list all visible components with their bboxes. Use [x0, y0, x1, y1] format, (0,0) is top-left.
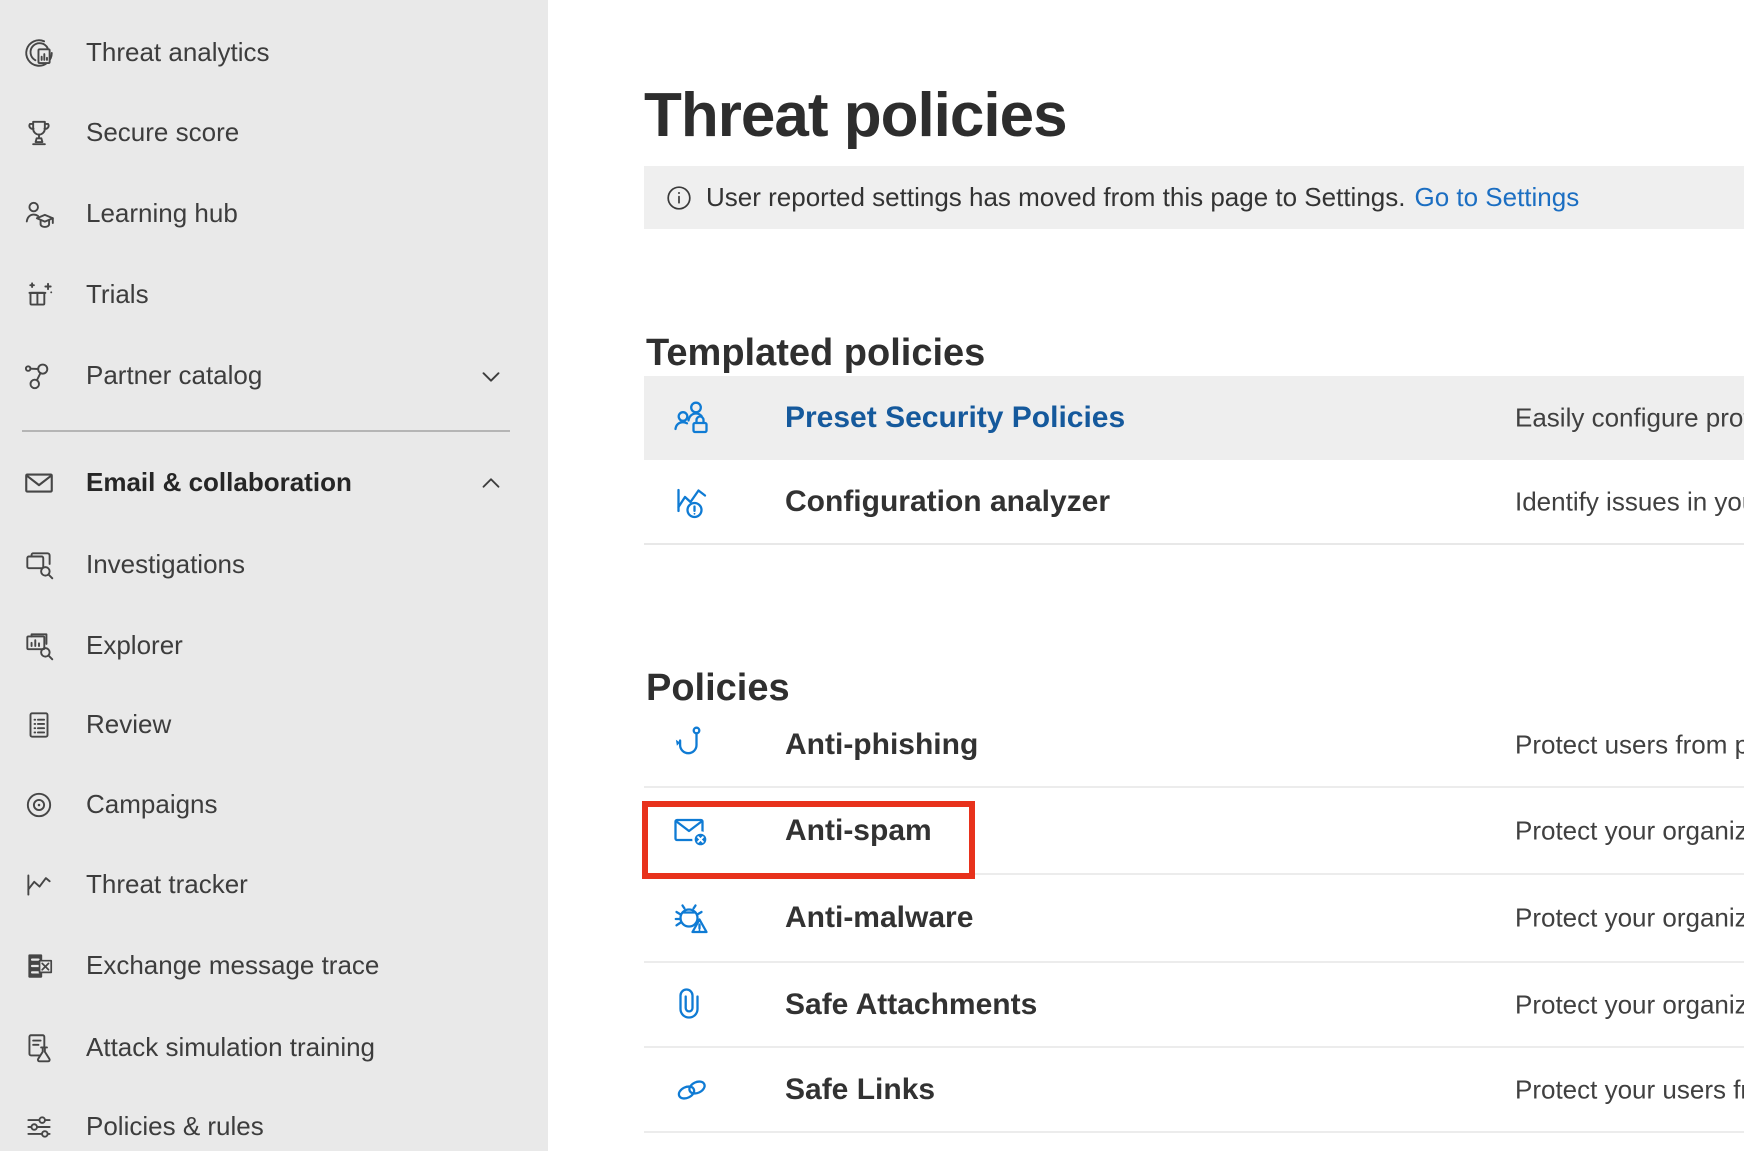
row-configuration-analyzer[interactable]: Configuration analyzer Identify issues i…	[644, 460, 1744, 545]
sidebar-item-label: Secure score	[86, 117, 239, 148]
anti-phishing-icon	[670, 723, 714, 767]
threat-policies-page: Threat analytics Secure score Learning h…	[0, 0, 1744, 1151]
review-icon	[22, 708, 56, 742]
sidebar-item-label: Exchange message trace	[86, 950, 379, 981]
row-description: Identify issues in you	[1515, 486, 1744, 517]
sidebar-item-label: Campaigns	[86, 789, 218, 820]
sidebar-item-label: Explorer	[86, 630, 183, 661]
row-title: Safe Attachments	[785, 988, 1037, 1022]
exchange-message-trace-icon	[22, 949, 56, 983]
sidebar-item-email-collaboration[interactable]: Email & collaboration	[0, 442, 548, 523]
sidebar-item-label: Attack simulation training	[86, 1032, 375, 1063]
configuration-analyzer-icon	[670, 480, 714, 524]
partner-catalog-icon	[22, 359, 56, 393]
main-content: Threat policies User reported settings h…	[548, 0, 1744, 1151]
row-anti-malware[interactable]: Anti-malware Protect your organiz	[644, 875, 1744, 963]
row-description: Protect your users fr	[1515, 1074, 1744, 1105]
sidebar-item-investigations[interactable]: Investigations	[0, 524, 548, 605]
sidebar-item-threat-tracker[interactable]: Threat tracker	[0, 844, 548, 925]
explorer-icon	[22, 629, 56, 663]
sidebar-item-label: Learning hub	[86, 198, 238, 229]
investigations-icon	[22, 548, 56, 582]
sidebar-item-review[interactable]: Review	[0, 684, 548, 765]
row-description: Protect your organiz	[1515, 815, 1744, 846]
sidebar-item-exchange-message-trace[interactable]: Exchange message trace	[0, 925, 548, 1006]
row-title: Safe Links	[785, 1073, 935, 1107]
preset-security-policies-icon	[670, 396, 714, 440]
sidebar-item-label: Trials	[86, 279, 149, 310]
go-to-settings-link[interactable]: Go to Settings	[1414, 182, 1579, 213]
row-title: Anti-malware	[785, 901, 973, 935]
sidebar-item-secure-score[interactable]: Secure score	[0, 92, 548, 173]
campaigns-icon	[22, 788, 56, 822]
sidebar-item-learning-hub[interactable]: Learning hub	[0, 173, 548, 254]
row-description: Easily configure prot	[1515, 403, 1744, 434]
sidebar-item-explorer[interactable]: Explorer	[0, 605, 548, 686]
sidebar-item-trials[interactable]: Trials	[0, 254, 548, 335]
sidebar-divider	[22, 430, 510, 432]
anti-spam-icon	[670, 809, 714, 853]
safe-links-icon	[670, 1068, 714, 1112]
email-collaboration-icon	[22, 466, 56, 500]
sidebar-item-threat-analytics[interactable]: Threat analytics	[0, 12, 548, 93]
row-title: Configuration analyzer	[785, 485, 1110, 519]
sidebar-item-label: Partner catalog	[86, 360, 262, 391]
safe-attachments-icon	[670, 983, 714, 1027]
attack-simulation-icon	[22, 1031, 56, 1065]
sidebar-item-label: Threat tracker	[86, 869, 248, 900]
row-title: Anti-spam	[785, 814, 932, 848]
row-description: Protect users from p	[1515, 729, 1744, 760]
sidebar-item-label: Email & collaboration	[86, 467, 352, 498]
info-banner: User reported settings has moved from th…	[644, 166, 1744, 229]
row-anti-phishing[interactable]: Anti-phishing Protect users from p	[644, 703, 1744, 788]
left-navigation-sidebar: Threat analytics Secure score Learning h…	[0, 0, 548, 1151]
banner-message: User reported settings has moved from th…	[706, 182, 1405, 213]
page-title: Threat policies	[644, 80, 1067, 151]
row-anti-spam[interactable]: Anti-spam Protect your organiz	[644, 788, 1744, 875]
learning-hub-icon	[22, 197, 56, 231]
sidebar-item-partner-catalog[interactable]: Partner catalog	[0, 335, 548, 416]
sidebar-item-label: Threat analytics	[86, 37, 270, 68]
row-description: Protect your organiz	[1515, 903, 1744, 934]
sidebar-item-attack-simulation-training[interactable]: Attack simulation training	[0, 1007, 548, 1088]
row-title: Anti-phishing	[785, 728, 978, 762]
chevron-up-icon[interactable]	[476, 468, 506, 498]
sidebar-item-campaigns[interactable]: Campaigns	[0, 764, 548, 845]
row-title: Preset Security Policies	[785, 401, 1125, 435]
chevron-down-icon[interactable]	[476, 361, 506, 391]
threat-tracker-icon	[22, 868, 56, 902]
info-icon	[666, 185, 692, 211]
sidebar-item-label: Investigations	[86, 549, 245, 580]
sidebar-item-label: Policies & rules	[86, 1111, 264, 1142]
row-preset-security-policies[interactable]: Preset Security Policies Easily configur…	[644, 376, 1744, 460]
anti-malware-icon	[670, 896, 714, 940]
section-heading-templated-policies: Templated policies	[646, 332, 985, 375]
trials-icon	[22, 278, 56, 312]
secure-score-icon	[22, 116, 56, 150]
sidebar-item-label: Review	[86, 709, 171, 740]
policies-rules-icon	[22, 1110, 56, 1144]
sidebar-item-policies-rules[interactable]: Policies & rules	[0, 1086, 548, 1151]
row-safe-attachments[interactable]: Safe Attachments Protect your organiz	[644, 963, 1744, 1048]
threat-analytics-icon	[22, 36, 56, 70]
row-description: Protect your organiz	[1515, 989, 1744, 1020]
row-safe-links[interactable]: Safe Links Protect your users fr	[644, 1048, 1744, 1133]
